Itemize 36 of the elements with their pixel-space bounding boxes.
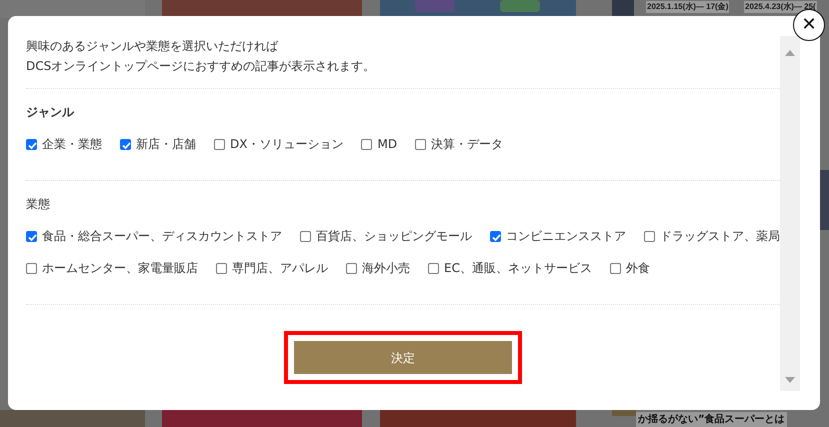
checkbox[interactable] (26, 262, 37, 274)
scrollbar[interactable] (780, 36, 800, 391)
checkbox-option[interactable]: MD (361, 135, 398, 153)
checkbox-option[interactable]: 決算・データ (415, 135, 504, 153)
checkbox[interactable] (644, 230, 655, 242)
checkbox-option[interactable]: コンビニエンスストア (490, 227, 626, 245)
checkbox-option[interactable]: ドラッグストア、薬局 (644, 227, 780, 245)
date-text: 2025.1.15(水)— 17(金) (646, 1, 730, 13)
checkbox-option[interactable]: 海外小売 (346, 259, 410, 277)
checkbox-option[interactable]: 外食 (610, 259, 650, 277)
submit-button[interactable]: 決定 (294, 341, 512, 374)
article-headline: か揺るがない”食品スーパーとは (636, 412, 787, 427)
checkbox[interactable] (214, 138, 225, 150)
checkbox-option[interactable]: 専門店、アパレル (216, 259, 328, 277)
intro-text: 興味のあるジャンルや業態を選択いただければ (26, 38, 280, 55)
checkbox[interactable] (361, 138, 372, 150)
checkbox[interactable] (610, 262, 621, 274)
checkbox[interactable] (216, 262, 227, 274)
checkbox-option[interactable]: 企業・業態 (26, 135, 102, 153)
intro-text: DCSオンライントップページにおすすめの記事が表示されます。 (26, 58, 376, 75)
checkbox[interactable] (120, 138, 131, 150)
checkbox[interactable] (26, 230, 37, 242)
checkbox[interactable] (346, 262, 357, 274)
checkbox[interactable] (490, 230, 501, 242)
checkbox[interactable] (415, 138, 426, 150)
checkbox-option[interactable]: 新店・店舗 (120, 135, 196, 153)
checkbox-option[interactable]: 百貨店、ショッピングモール (300, 227, 472, 245)
checkbox-option[interactable]: DX・ソリューション (214, 135, 344, 153)
section-title: ジャンル (26, 104, 76, 121)
checkbox[interactable] (428, 262, 439, 274)
section-title: 業態 (26, 196, 51, 213)
checkbox-option[interactable]: EC、通販、ネットサービス (428, 259, 592, 277)
checkbox[interactable] (26, 138, 37, 150)
checkbox-option[interactable]: 食品・総合スーパー、ディスカウントストア (26, 227, 282, 245)
checkbox-option[interactable]: ホームセンター、家電量販店 (26, 259, 198, 277)
checkbox[interactable] (300, 230, 311, 242)
